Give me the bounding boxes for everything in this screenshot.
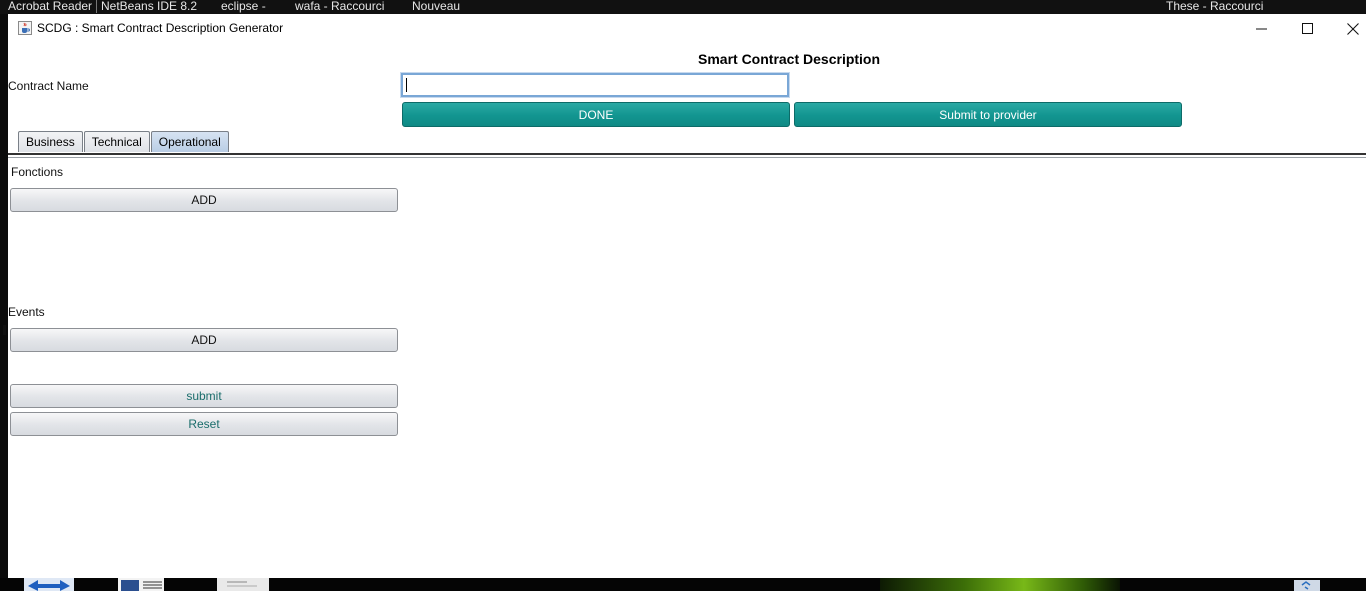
add-event-button[interactable]: ADD — [10, 328, 398, 352]
page-title: Smart Contract Description — [698, 51, 881, 67]
submit-to-provider-button[interactable]: Submit to provider — [794, 102, 1182, 127]
submit-button[interactable]: submit — [10, 384, 398, 408]
desktop-bottom — [0, 578, 1366, 591]
maximize-button[interactable] — [1284, 14, 1330, 43]
desktop-taskbar: Acrobat Reader NetBeans IDE 8.2 eclipse … — [0, 0, 1366, 14]
events-label: Events — [8, 305, 45, 319]
taskbar-item-wafa[interactable]: wafa - Raccourci — [295, 0, 384, 13]
taskbar-item-eclipse[interactable]: eclipse - — [221, 0, 266, 13]
minimize-icon — [1255, 28, 1267, 30]
tab-business[interactable]: Business — [18, 131, 83, 152]
functions-label: Fonctions — [11, 165, 64, 179]
add-function-button[interactable]: ADD — [10, 188, 398, 212]
maximize-icon — [1301, 23, 1313, 34]
window-content: Smart Contract Description Contract Name… — [3, 43, 1366, 578]
close-icon — [1347, 22, 1359, 35]
app-window: SCDG : Smart Contract Description Genera… — [3, 14, 1366, 578]
file-thumbnail-icon[interactable] — [217, 578, 269, 591]
document-app-icon[interactable] — [118, 578, 164, 591]
reset-button[interactable]: Reset — [10, 412, 398, 436]
window-title: SCDG : Smart Contract Description Genera… — [37, 21, 284, 35]
tab-bar: Business Technical Operational — [18, 131, 230, 153]
contract-name-label: Contract Name — [8, 79, 89, 93]
resize-marker — [3, 325, 6, 335]
taskbar-item-these[interactable]: These - Raccourci — [1166, 0, 1263, 13]
minimize-button[interactable] — [1238, 14, 1284, 43]
taskbar-item-netbeans[interactable]: NetBeans IDE 8.2 — [101, 0, 197, 13]
taskbar-item-nouveau[interactable]: Nouveau — [412, 0, 460, 13]
wallpaper-glow — [880, 578, 1120, 591]
contract-name-input[interactable] — [400, 72, 790, 98]
taskbar-separator — [96, 0, 97, 13]
window-titlebar[interactable]: SCDG : Smart Contract Description Genera… — [8, 14, 1366, 43]
tab-technical[interactable]: Technical — [83, 131, 150, 152]
tab-operational[interactable]: Operational — [150, 131, 229, 152]
text-caret — [406, 78, 407, 92]
close-button[interactable] — [1330, 14, 1366, 43]
tab-divider — [8, 153, 1366, 155]
java-cup-icon — [18, 21, 32, 35]
arrows-app-icon[interactable] — [24, 578, 74, 591]
done-button[interactable]: DONE — [402, 102, 790, 127]
recycle-bin-icon[interactable] — [1288, 578, 1328, 591]
tab-divider-secondary — [8, 157, 1366, 158]
taskbar-item-acrobat[interactable]: Acrobat Reader — [8, 0, 92, 13]
